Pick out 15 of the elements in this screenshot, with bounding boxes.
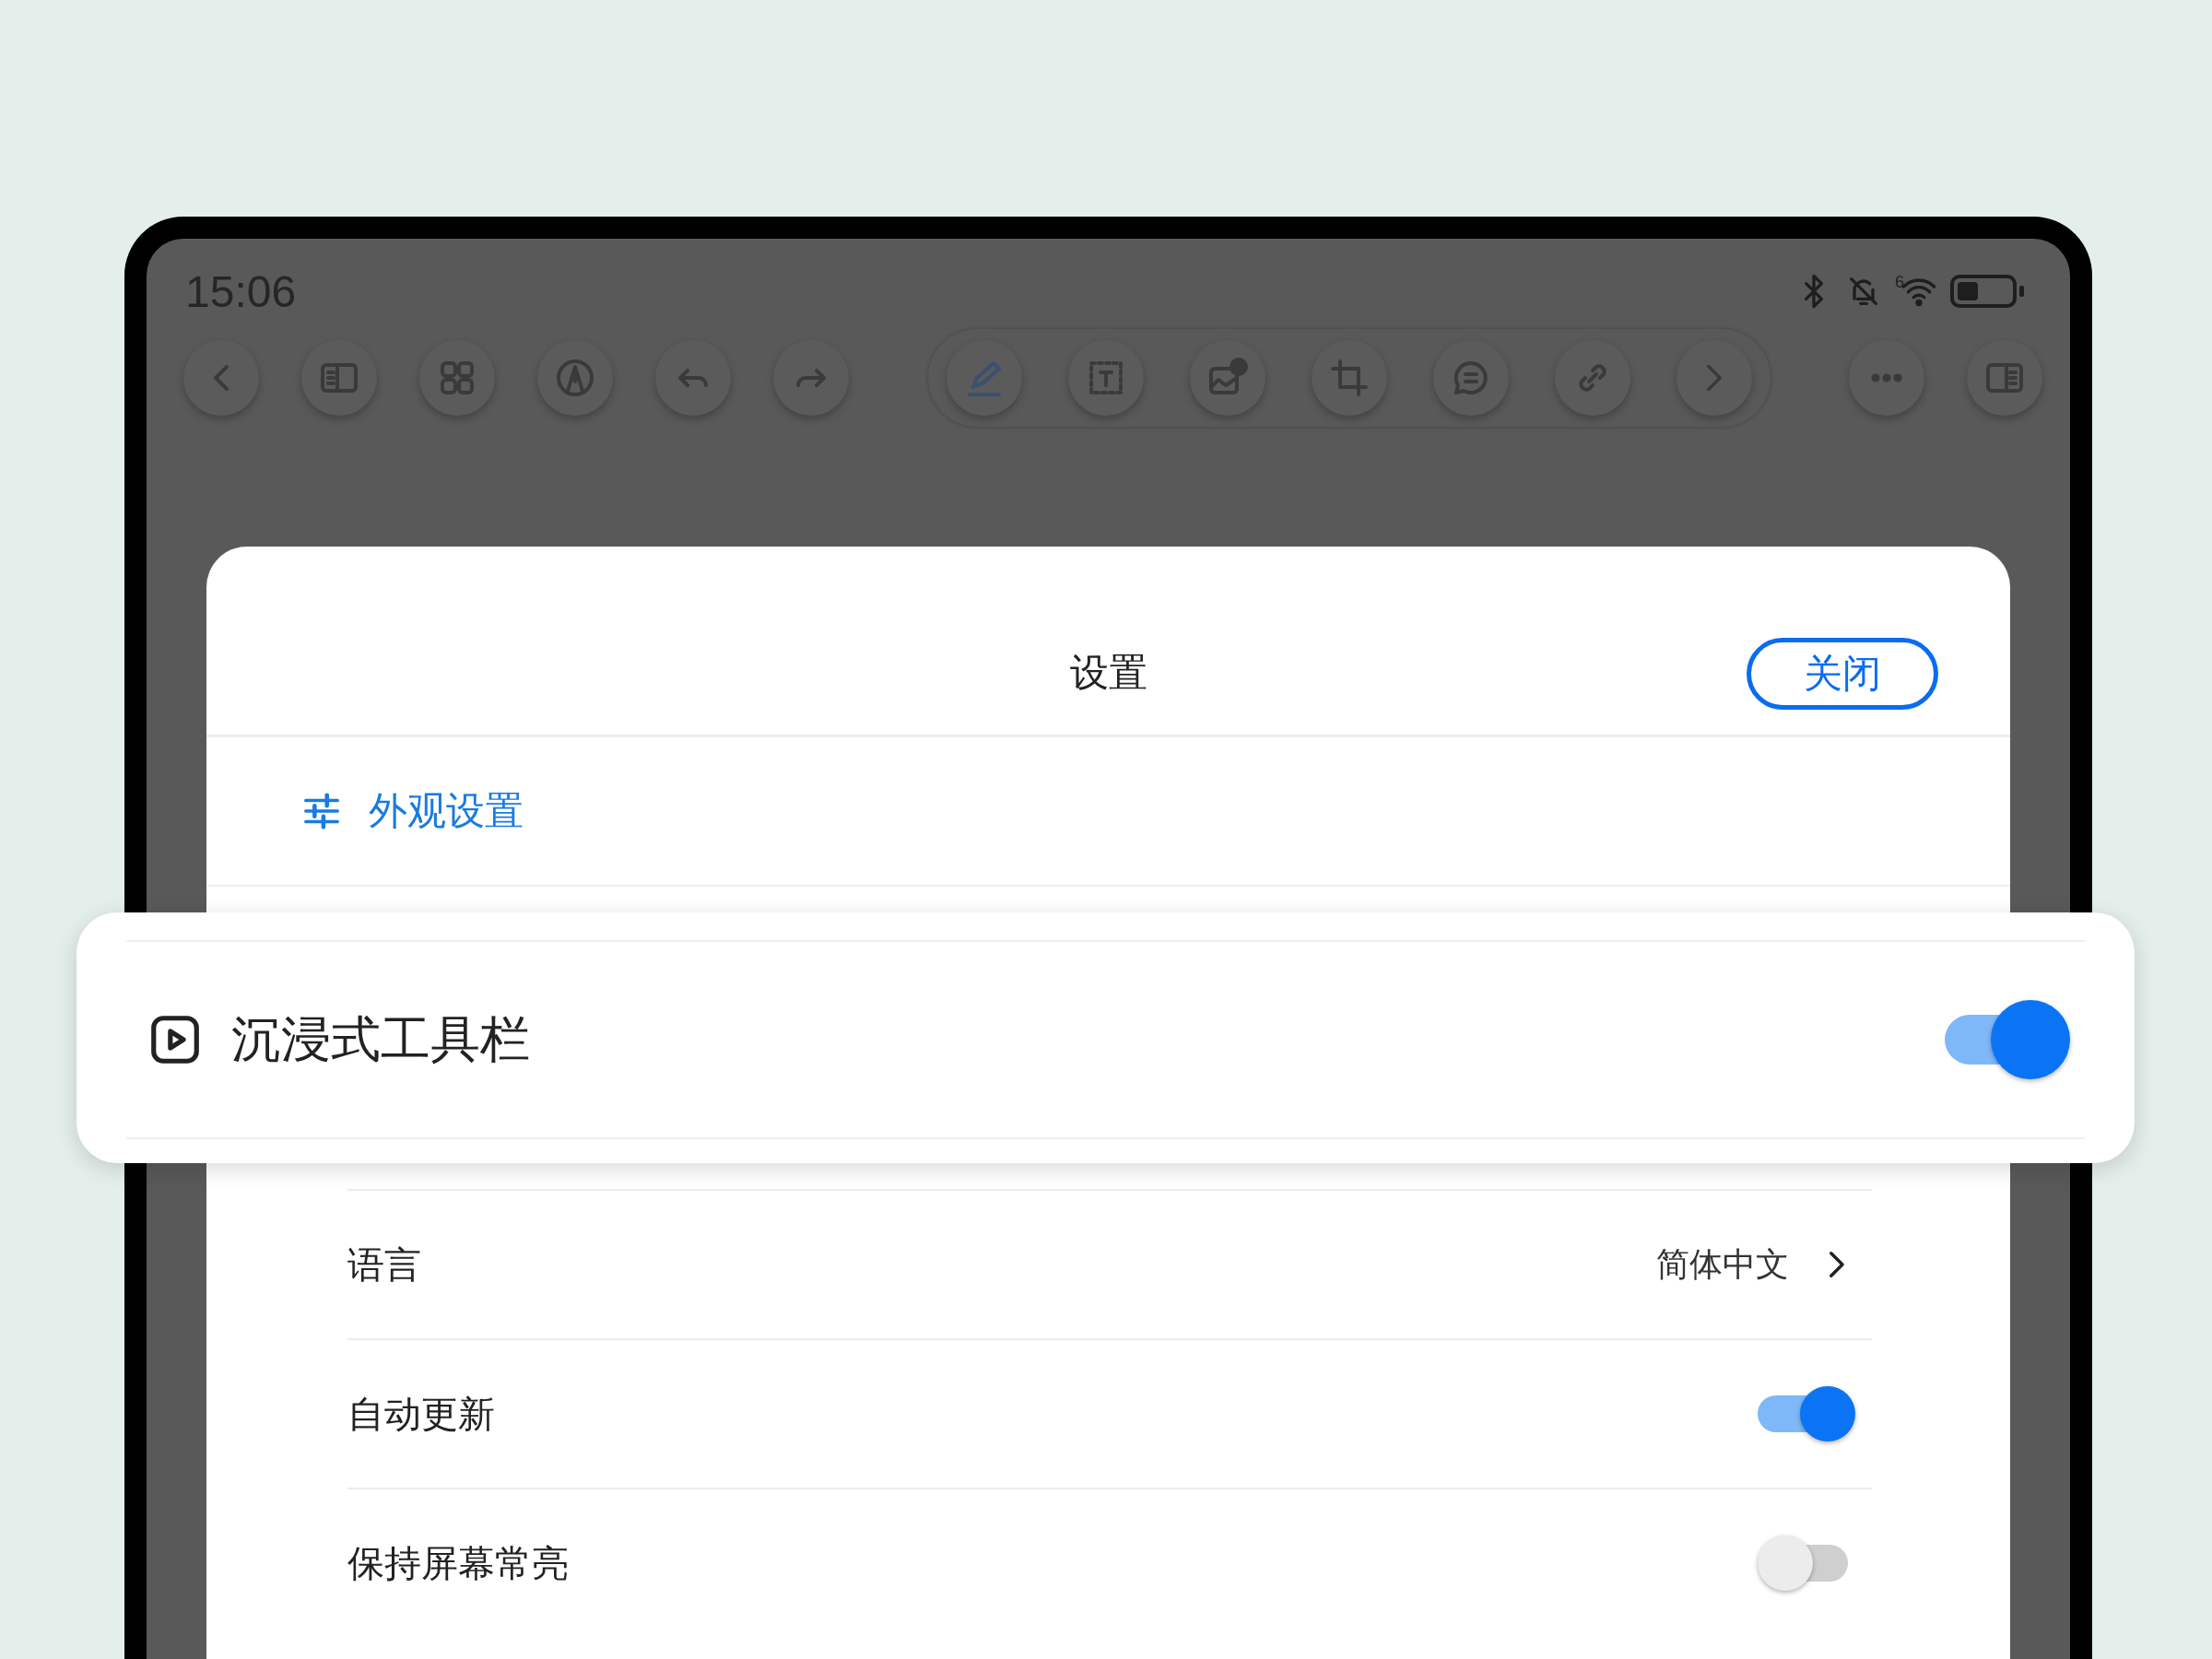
setting-label: 保持屏幕常亮 [347, 1541, 569, 1585]
setting-label: 语言 [347, 1242, 421, 1287]
more-icon [1870, 372, 1903, 383]
chevron-left-icon [212, 363, 230, 393]
setting-label: 自动更新 [347, 1392, 495, 1436]
battery-icon [1950, 275, 2024, 308]
toggle-switch[interactable] [1945, 1000, 2070, 1079]
close-button[interactable]: 关闭 [1747, 638, 1938, 710]
section-title: 外观设置 [369, 788, 524, 834]
chevron-right-icon [1704, 363, 1724, 393]
toggle-switch[interactable] [1758, 1384, 1855, 1443]
wifi-generation-label: 6 [1895, 273, 1904, 292]
setting-label: 沉浸式工具栏 [231, 1009, 531, 1068]
setting-value[interactable]: 简体中文 [1656, 1241, 1789, 1288]
dialog-title: 设置 [1069, 650, 1147, 696]
